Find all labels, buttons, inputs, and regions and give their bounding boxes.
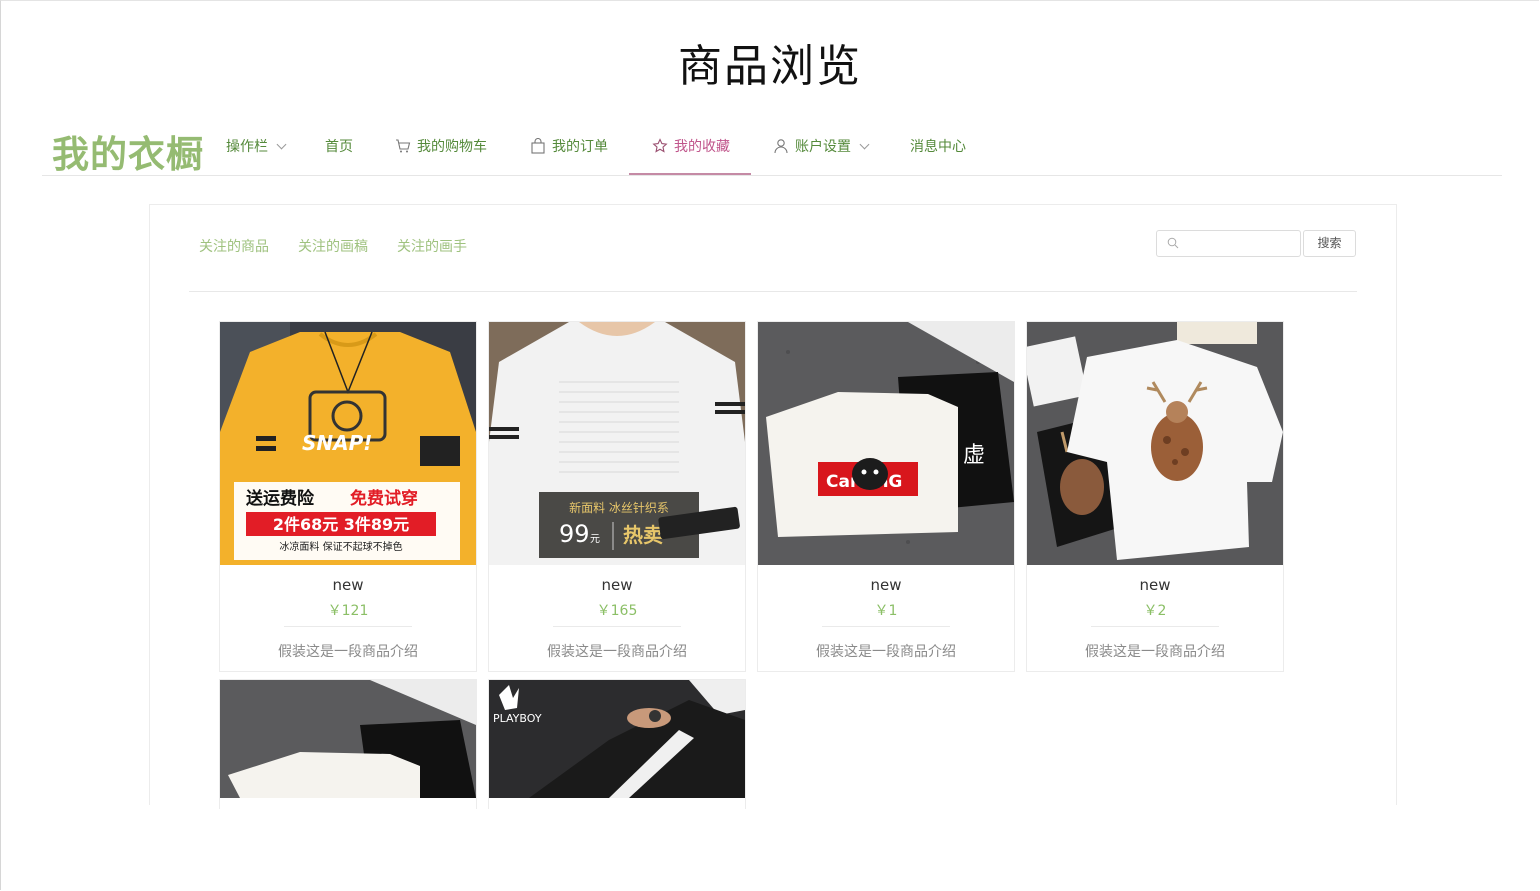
- nav-label: 消息中心: [910, 139, 966, 155]
- product-description: 假装这是一段商品介绍: [1085, 644, 1225, 660]
- nav-home[interactable]: 首页: [325, 136, 353, 156]
- active-tab-indicator: [629, 173, 751, 175]
- search-icon: [1167, 237, 1179, 249]
- nav-label: 我的订单: [552, 139, 608, 155]
- search-button[interactable]: 搜索: [1303, 230, 1356, 257]
- nav-messages[interactable]: 消息中心: [910, 136, 966, 156]
- page-title: 商品浏览: [678, 41, 862, 92]
- banner-text-hot: 热卖: [623, 523, 663, 547]
- user-icon: [774, 139, 788, 154]
- product-name: new: [1139, 576, 1171, 594]
- product-description: 假装这是一段商品介绍: [816, 644, 956, 660]
- product-photo-playboy-pants: PLAYBOY: [489, 680, 745, 798]
- product-price: ￥2: [1143, 603, 1167, 619]
- tab-followed-artists[interactable]: 关注的画手: [397, 236, 467, 256]
- product-description: 假装这是一段商品介绍: [278, 644, 418, 660]
- product-photo-white-shirt: [220, 680, 476, 798]
- nav-label: 我的收藏: [674, 139, 730, 155]
- divider: [822, 626, 950, 627]
- product-photo-dog-print-shirt: CarbinG 虚: [758, 322, 1014, 565]
- product-image[interactable]: SNAP! 送运费险 免费试穿 2件68元 3件89元 冰凉面料 保证不起球不掉…: [220, 322, 476, 565]
- bag-icon: [531, 138, 545, 154]
- search-input[interactable]: [1185, 231, 1299, 256]
- banner-text-free-trial: 免费试穿: [350, 488, 418, 509]
- product-image[interactable]: [1027, 322, 1283, 565]
- chevron-down-icon: [859, 139, 870, 149]
- shirt-print-text: SNAP!: [302, 431, 372, 455]
- divider: [1091, 626, 1219, 627]
- banner-text-unit: 元: [590, 534, 600, 545]
- nav-operations-menu[interactable]: 操作栏: [226, 136, 287, 156]
- product-description: 假装这是一段商品介绍: [547, 644, 687, 660]
- nav-label: 操作栏: [226, 139, 268, 155]
- nav-label: 首页: [325, 139, 353, 155]
- banner-text-insurance: 送运费险: [246, 488, 315, 509]
- product-photo-deer-shirt: [1027, 322, 1283, 565]
- product-image[interactable]: CarbinG 虚: [758, 322, 1014, 565]
- product-price: ￥1: [874, 603, 898, 619]
- divider: [189, 291, 1357, 292]
- product-price: ￥121: [327, 603, 369, 619]
- nav-account-settings[interactable]: 账户设置: [773, 136, 870, 156]
- nav-label: 我的购物车: [417, 139, 487, 155]
- product-photo-white-knit-shirt: 新面料 冰丝针织系 99 元 热卖: [489, 322, 745, 565]
- tab-followed-drafts[interactable]: 关注的画稿: [298, 236, 368, 256]
- product-image[interactable]: [220, 680, 476, 798]
- product-image[interactable]: PLAYBOY: [489, 680, 745, 798]
- product-name: new: [870, 576, 902, 594]
- nav-favorites[interactable]: 我的收藏: [652, 136, 730, 156]
- product-name: new: [332, 576, 364, 594]
- divider: [553, 626, 681, 627]
- cart-icon: [396, 139, 411, 153]
- banner-text-price: 99: [559, 520, 590, 548]
- product-image[interactable]: 新面料 冰丝针织系 99 元 热卖: [489, 322, 745, 565]
- nav-orders[interactable]: 我的订单: [530, 136, 608, 156]
- product-card[interactable]: SNAP! 送运费险 免费试穿 2件68元 3件89元 冰凉面料 保证不起球不掉…: [219, 321, 477, 672]
- logo[interactable]: 我的衣橱: [52, 124, 204, 178]
- star-icon: [652, 138, 668, 153]
- svg-text:虚: 虚: [963, 443, 985, 468]
- product-card[interactable]: PLAYBOY: [488, 679, 746, 809]
- banner-text-new-material: 新面料 冰丝针织系: [569, 500, 669, 515]
- product-price: ￥165: [596, 603, 638, 619]
- banner-text-note: 冰凉面料 保证不起球不掉色: [279, 540, 402, 553]
- product-photo-yellow-shirt: SNAP! 送运费险 免费试穿 2件68元 3件89元 冰凉面料 保证不起球不掉…: [220, 322, 476, 565]
- nav-cart[interactable]: 我的购物车: [395, 136, 487, 156]
- product-name: new: [601, 576, 633, 594]
- favorites-panel: 关注的商品 关注的画稿 关注的画手 搜索 SNAP! 送运费险 免费试穿 2件6…: [149, 204, 1397, 809]
- banner-text-promo: 2件68元 3件89元: [273, 515, 409, 534]
- brand-text: PLAYBOY: [493, 712, 542, 725]
- product-card[interactable]: CarbinG 虚 new ￥1 假装这是一段商品介绍: [757, 321, 1015, 672]
- search-field[interactable]: [1156, 230, 1301, 257]
- nav-label: 账户设置: [795, 139, 851, 155]
- chevron-down-icon: [276, 139, 287, 149]
- divider: [284, 626, 412, 627]
- tab-followed-products[interactable]: 关注的商品: [199, 236, 269, 256]
- product-card[interactable]: new ￥2 假装这是一段商品介绍: [1026, 321, 1284, 672]
- product-card[interactable]: [219, 679, 477, 809]
- product-card[interactable]: 新面料 冰丝针织系 99 元 热卖 new ￥165 假装这是一段商品介绍: [488, 321, 746, 672]
- top-nav: 我的衣橱 操作栏 首页 我的购物车 我的订单 我的收藏 账户设置 消息中心: [42, 118, 1502, 176]
